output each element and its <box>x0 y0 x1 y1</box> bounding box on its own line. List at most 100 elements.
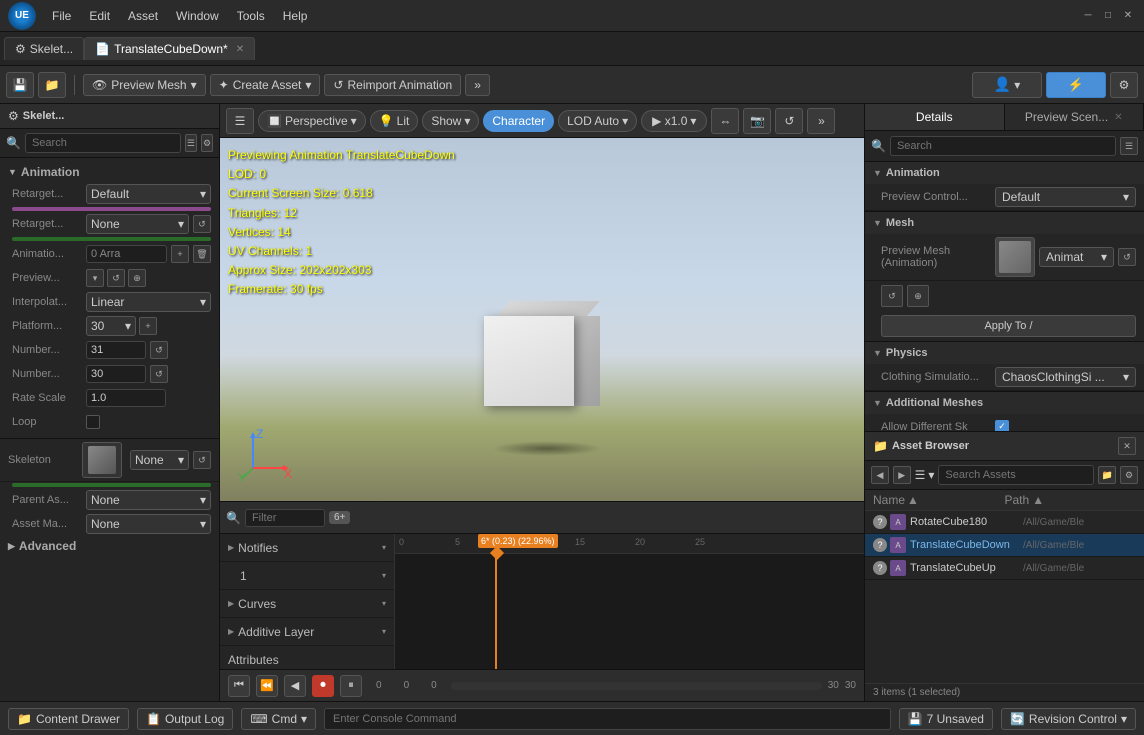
details-search-input[interactable] <box>890 136 1116 156</box>
tab-details[interactable]: Details <box>865 104 1005 130</box>
curves-add-btn[interactable]: ▾ <box>382 599 386 608</box>
viewport-refresh-btn[interactable]: ↺ <box>775 108 803 134</box>
tab-close-icon[interactable]: ✕ <box>236 44 244 55</box>
save-button[interactable]: 💾 <box>6 72 34 98</box>
notifies-sub-track[interactable]: 1 ▾ <box>220 562 394 590</box>
menu-edit[interactable]: Edit <box>81 6 118 26</box>
menu-help[interactable]: Help <box>275 6 316 26</box>
viewport-canvas[interactable]: Z X Y Previewing Animation TranslateCube… <box>220 138 864 501</box>
browse-button[interactable]: 📁 <box>38 72 66 98</box>
record-button[interactable]: ⏺ <box>312 675 334 697</box>
menu-asset[interactable]: Asset <box>120 6 166 26</box>
additive-layer-add-btn[interactable]: ▾ <box>382 627 386 636</box>
parent-as-dropdown[interactable]: None▾ <box>86 490 211 510</box>
notifies-track[interactable]: ▶ Notifies ▾ <box>220 534 394 562</box>
skeleton-reset[interactable]: ↺ <box>193 451 211 469</box>
asset-row-0[interactable]: ? A RotateCube180 /All/Game/Ble <box>865 511 1144 534</box>
asset-row-2[interactable]: ? A TranslateCubeUp /All/Game/Ble <box>865 557 1144 580</box>
minimize-button[interactable]: ─ <box>1080 8 1096 24</box>
preview-dropdown-btn[interactable]: ▾ <box>86 269 104 287</box>
timeline-ruler[interactable]: 0 5 10 15 20 25 6* (0.23) (22.96%) <box>395 534 864 669</box>
maximize-button[interactable]: □ <box>1100 8 1116 24</box>
asset-ma-dropdown[interactable]: None▾ <box>86 514 211 534</box>
rate-scale-input[interactable] <box>86 389 166 407</box>
unsaved-button[interactable]: 💾 7 Unsaved <box>899 708 993 730</box>
apply-to-button[interactable]: Apply To / <box>881 315 1136 337</box>
viewport-menu-button[interactable]: ☰ <box>226 108 254 134</box>
asset-filter-btn[interactable]: ☰ ▾ <box>915 468 935 482</box>
mesh-reset-btn[interactable]: ↺ <box>1118 248 1136 266</box>
additive-layer-track[interactable]: ▶ Additive Layer ▾ <box>220 618 394 646</box>
create-asset-button[interactable]: ✦ Create Asset ▾ <box>210 74 321 96</box>
mesh-forward-btn[interactable]: ⊕ <box>907 285 929 307</box>
interpolate-dropdown[interactable]: Linear ▾ <box>86 292 211 312</box>
asset-row-1[interactable]: ? A TranslateCubeDown /All/Game/Ble <box>865 534 1144 557</box>
asset-folder-btn[interactable]: 📁 <box>1098 466 1116 484</box>
revision-control-button[interactable]: 🔄 Revision Control ▾ <box>1001 708 1136 730</box>
step-back-button[interactable]: ⏪ <box>256 675 278 697</box>
animation-add-btn[interactable]: + <box>171 245 189 263</box>
settings-toolbar-btn[interactable]: ⚙ <box>1110 72 1138 98</box>
pause-button[interactable]: ⏸ <box>340 675 362 697</box>
go-start-button[interactable]: ⏮ <box>228 675 250 697</box>
number1-input[interactable] <box>86 341 146 359</box>
preview-control-dropdown[interactable]: Default ▾ <box>995 187 1136 207</box>
viewport-more-btn[interactable]: » <box>807 108 835 134</box>
tab-skeleton[interactable]: ⚙ Skelet... <box>4 37 84 60</box>
platform-add-btn[interactable]: + <box>139 317 157 335</box>
attributes-track[interactable]: Attributes <box>220 646 394 669</box>
notifies-sub-arrow[interactable]: ▾ <box>382 571 386 580</box>
menu-window[interactable]: Window <box>168 6 227 26</box>
menu-tools[interactable]: Tools <box>229 6 273 26</box>
retarget1-dropdown[interactable]: Default ▾ <box>86 184 211 204</box>
tab-preview-scene[interactable]: Preview Scen... ✕ <box>1005 104 1144 130</box>
notifies-add-btn[interactable]: ▾ <box>382 543 386 552</box>
mesh-dropdown[interactable]: Animat ▾ <box>1039 247 1114 267</box>
details-animation-header[interactable]: ▼ Animation <box>865 162 1144 184</box>
number2-input[interactable] <box>86 365 146 383</box>
output-log-button[interactable]: 📋 Output Log <box>137 708 233 730</box>
timeline-filter-input[interactable] <box>245 509 325 527</box>
number1-reset[interactable]: ↺ <box>150 341 168 359</box>
curves-track[interactable]: ▶ Curves ▾ <box>220 590 394 618</box>
left-search-input[interactable] <box>25 133 181 153</box>
mesh-back-btn[interactable]: ↺ <box>881 285 903 307</box>
content-drawer-button[interactable]: 📁 Content Drawer <box>8 708 129 730</box>
preview-refresh-btn[interactable]: ↺ <box>107 269 125 287</box>
col-name-header[interactable]: Name ▲ <box>873 493 1005 507</box>
transport-slider[interactable] <box>451 682 822 690</box>
play-speed-button[interactable]: ▶ x1.0 ▾ <box>641 110 707 132</box>
show-button[interactable]: Show ▾ <box>422 110 479 132</box>
perspective-button[interactable]: 🔲 Perspective ▾ <box>258 110 366 132</box>
platform-dropdown[interactable]: 30 ▾ <box>86 316 136 336</box>
lod-button[interactable]: LOD Auto ▾ <box>558 110 637 132</box>
toolbar-more-button[interactable]: » <box>465 74 490 96</box>
close-button[interactable]: ✕ <box>1120 8 1136 24</box>
retarget2-dropdown[interactable]: None ▾ <box>86 214 189 234</box>
character-icon-btn[interactable]: 👤 ▾ <box>972 72 1042 98</box>
menu-file[interactable]: File <box>44 6 79 26</box>
retarget2-reset[interactable]: ↺ <box>193 215 211 233</box>
asset-search-input[interactable] <box>938 465 1094 485</box>
cmd-button[interactable]: ⌨ Cmd ▾ <box>241 708 316 730</box>
skeleton-dropdown[interactable]: None▾ <box>130 450 189 470</box>
preview-copy-btn[interactable]: ⊕ <box>128 269 146 287</box>
asset-browser-close-btn[interactable]: ✕ <box>1118 437 1136 455</box>
animation-del-btn[interactable]: 🗑 <box>193 245 211 263</box>
lit-button[interactable]: 💡 Lit <box>370 110 419 132</box>
preview-scene-close-icon[interactable]: ✕ <box>1114 112 1122 123</box>
advanced-section-header[interactable]: ▶ Advanced <box>0 536 219 556</box>
details-physics-header[interactable]: ▼ Physics <box>865 342 1144 364</box>
details-mesh-header[interactable]: ▼ Mesh <box>865 212 1144 234</box>
loop-checkbox[interactable] <box>86 415 100 429</box>
clothing-dropdown[interactable]: ChaosClothingSi ... ▾ <box>995 367 1136 387</box>
viewport-camera-btn[interactable]: 📷 <box>743 108 771 134</box>
console-input[interactable] <box>324 708 891 730</box>
character-button[interactable]: Character <box>483 110 554 132</box>
animation-toolbar-btn[interactable]: ⚡ <box>1046 72 1106 98</box>
animation-section-header[interactable]: ▼ Animation <box>0 162 219 182</box>
allow-diff-sk-checkbox[interactable]: ✓ <box>995 420 1009 432</box>
tab-asset[interactable]: 📄 TranslateCubeDown* ✕ <box>84 37 255 60</box>
reimport-button[interactable]: ↺ Reimport Animation <box>324 74 461 96</box>
details-list-view-btn[interactable]: ☰ <box>1120 137 1138 155</box>
